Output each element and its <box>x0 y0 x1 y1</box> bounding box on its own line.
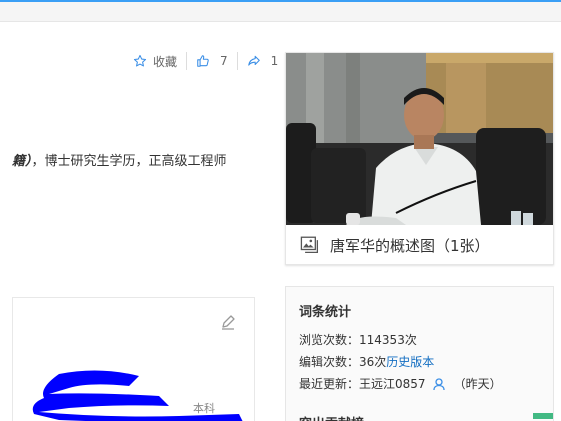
last-updated-row: 最近更新： 王远江0857 （昨天） <box>299 375 502 392</box>
updated-when: （昨天） <box>453 377 502 391</box>
updated-user[interactable]: 王远江0857 <box>359 375 426 392</box>
like-button[interactable]: 7 <box>196 54 228 68</box>
summary-text: 籍），博士研究生学历，正高级工程师 <box>12 150 227 169</box>
entry-statistics: 词条统计 浏览次数： 114353次 编辑次数： 36次 历史版本 最近更新： … <box>285 286 554 421</box>
portrait-photo <box>286 53 553 225</box>
share-count: 1 <box>270 54 279 68</box>
entry-actions: 收藏 7 1 <box>133 52 278 70</box>
green-marker <box>533 413 553 419</box>
summary-emphasis: 籍） <box>12 154 32 169</box>
album-caption-text: 唐军华的概述图（1张） <box>330 236 490 255</box>
user-badge-icon <box>432 377 445 390</box>
favorite-label: 收藏 <box>153 54 178 69</box>
updated-label: 最近更新： <box>299 377 360 391</box>
image-gallery-icon <box>300 236 319 254</box>
edits-row: 编辑次数： 36次 历史版本 <box>299 353 434 370</box>
partial-text: 本科 <box>193 402 215 415</box>
edits-label: 编辑次数： <box>299 355 360 369</box>
content-card: 本科 <box>12 297 255 421</box>
contribution-ranking-title: 突出贡献榜 <box>299 413 364 421</box>
share-button[interactable]: 1 <box>247 54 279 68</box>
favorite-button[interactable]: 收藏 <box>133 53 177 70</box>
divider <box>236 52 238 70</box>
album-caption[interactable]: 唐军华的概述图（1张） <box>286 225 553 265</box>
edits-value: 36次 <box>359 355 387 369</box>
divider <box>186 52 188 70</box>
pencil-icon[interactable] <box>220 314 236 330</box>
like-count: 7 <box>220 54 228 68</box>
views-row: 浏览次数： 114353次 <box>299 331 417 348</box>
stats-title: 词条统计 <box>299 305 352 320</box>
thumb-up-icon <box>197 55 209 67</box>
star-icon <box>133 54 147 67</box>
top-accent-line <box>0 0 561 2</box>
summary-rest: ，博士研究生学历，正高级工程师 <box>31 154 227 169</box>
share-icon <box>247 55 260 66</box>
views-label: 浏览次数： <box>299 333 360 347</box>
overview-album[interactable]: 唐军华的概述图（1张） <box>285 52 554 265</box>
top-bar <box>0 0 561 22</box>
views-value: 114353次 <box>359 333 417 347</box>
redaction-scribble <box>32 370 243 421</box>
history-version-link[interactable]: 历史版本 <box>386 353 434 370</box>
overview-photo[interactable] <box>286 53 553 225</box>
